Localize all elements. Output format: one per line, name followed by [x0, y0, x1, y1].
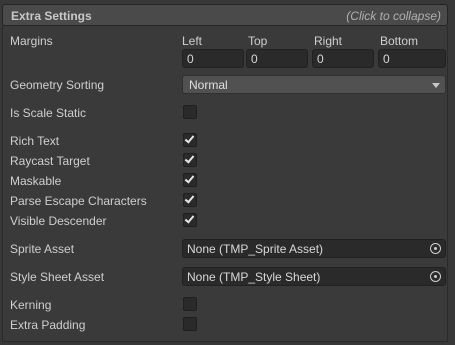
rich-text-label: Rich Text: [10, 134, 60, 148]
extra-padding-checkbox[interactable]: [183, 317, 197, 331]
checkmark-icon: [184, 173, 195, 184]
checkmark-icon: [184, 153, 195, 164]
maskable-label: Maskable: [10, 174, 62, 188]
margins-label: Margins: [10, 34, 53, 48]
sprite-asset-label: Sprite Asset: [10, 242, 75, 256]
geometry-sorting-value: Normal: [189, 78, 228, 92]
dropdown-arrow-icon: [432, 83, 440, 88]
geometry-sorting-dropdown[interactable]: Normal: [182, 75, 446, 94]
geometry-sorting-label: Geometry Sorting: [10, 78, 105, 92]
visible-descender-label: Visible Descender: [10, 214, 107, 228]
maskable-checkbox[interactable]: [183, 173, 197, 187]
extra-settings-header[interactable]: Extra Settings (Click to collapse): [2, 4, 448, 26]
checkmark-icon: [184, 193, 195, 204]
kerning-checkbox[interactable]: [183, 297, 197, 311]
is-scale-static-label: Is Scale Static: [10, 106, 87, 120]
margin-bottom-field[interactable]: 0: [378, 49, 446, 68]
raycast-target-label: Raycast Target: [10, 154, 90, 168]
margin-top-field[interactable]: 0: [246, 49, 308, 68]
sprite-asset-value: None (TMP_Sprite Asset): [187, 242, 324, 256]
checkmark-icon: [184, 133, 195, 144]
checkmark-icon: [184, 213, 195, 224]
section-title: Extra Settings: [11, 9, 92, 23]
style-sheet-label: Style Sheet Asset: [10, 270, 105, 284]
style-sheet-field[interactable]: None (TMP_Style Sheet): [182, 267, 446, 286]
margin-right-field[interactable]: 0: [312, 49, 374, 68]
is-scale-static-checkbox[interactable]: [183, 105, 197, 119]
style-sheet-value: None (TMP_Style Sheet): [187, 270, 321, 284]
raycast-target-checkbox[interactable]: [183, 153, 197, 167]
margin-right-label: Right: [314, 34, 343, 48]
parse-escape-checkbox[interactable]: [183, 193, 197, 207]
margin-bottom-label: Bottom: [380, 34, 419, 48]
margin-left-field[interactable]: 0: [182, 49, 244, 68]
visible-descender-checkbox[interactable]: [183, 213, 197, 227]
margin-top-label: Top: [248, 34, 268, 48]
kerning-label: Kerning: [10, 298, 52, 312]
extra-padding-label: Extra Padding: [10, 318, 86, 332]
object-picker-icon[interactable]: [430, 271, 441, 282]
sprite-asset-field[interactable]: None (TMP_Sprite Asset): [182, 239, 446, 258]
object-picker-icon[interactable]: [430, 243, 441, 254]
rich-text-checkbox[interactable]: [183, 133, 197, 147]
margin-left-label: Left: [182, 34, 203, 48]
collapse-hint[interactable]: (Click to collapse): [346, 9, 441, 23]
parse-escape-label: Parse Escape Characters: [10, 194, 147, 208]
extra-settings-panel: [2, 26, 448, 342]
